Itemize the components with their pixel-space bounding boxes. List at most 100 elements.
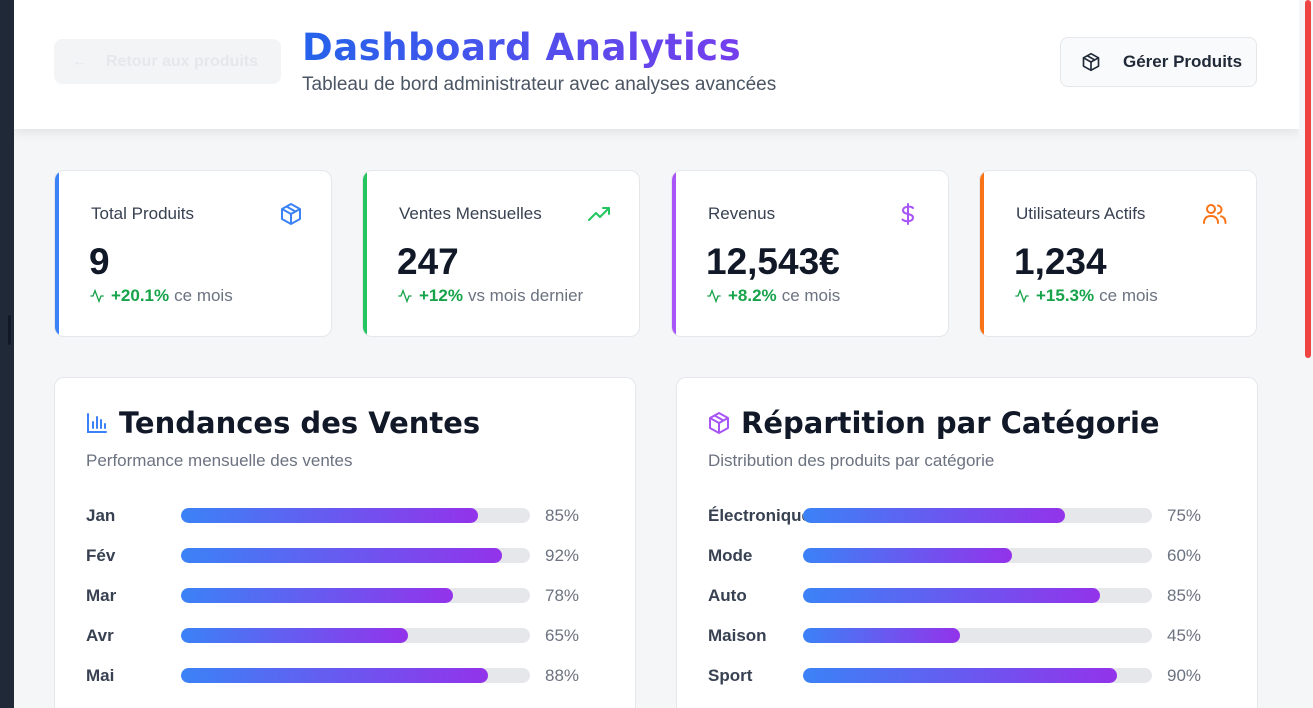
bar-value: 75%: [1167, 506, 1202, 525]
stat-value: 1,234: [1014, 241, 1107, 282]
bar-value: 85%: [545, 506, 580, 525]
stat-delta: +20.1% ce mois: [89, 286, 233, 306]
back-to-products-button[interactable]: ← Retour aux produits: [54, 39, 281, 84]
bar-label: Maison: [708, 626, 767, 645]
progress-fill: [803, 588, 1100, 603]
bar-row: Jan 85%: [86, 503, 606, 527]
sales-title: Tendances des Ventes: [119, 406, 481, 440]
header: ← Retour aux produits Dashboard Analytic…: [14, 0, 1299, 129]
stat-value: 247: [397, 241, 459, 282]
bar-row: Électronique 75%: [708, 503, 1228, 527]
bar-label: Avr: [86, 626, 114, 645]
stat-label: Revenus: [708, 204, 776, 223]
activity-icon: [90, 288, 104, 304]
panel-subtitle: Performance mensuelle des ventes: [86, 451, 353, 470]
title-block: Dashboard Analytics Tableau de bord admi…: [302, 26, 776, 96]
bar-value: 60%: [1167, 546, 1202, 565]
progress-track: [181, 668, 530, 683]
delta-suffix: ce mois: [1099, 286, 1158, 305]
bar-value: 45%: [1167, 626, 1202, 645]
delta-percent: +12%: [419, 286, 463, 305]
back-button-label: Retour aux produits: [106, 52, 259, 70]
package-icon: [279, 202, 303, 231]
progress-track: [181, 508, 530, 523]
card-accent: [672, 171, 676, 336]
progress-fill: [181, 548, 503, 563]
package-icon: [1082, 52, 1100, 72]
stat-label: Utilisateurs Actifs: [1016, 204, 1146, 223]
progress-track: [803, 628, 1152, 643]
stat-delta: +15.3% ce mois: [1014, 286, 1158, 306]
arrow-left-icon: ←: [72, 52, 88, 70]
bar-row: Mai 88%: [86, 663, 606, 687]
progress-fill: [181, 668, 489, 683]
progress-fill: [803, 668, 1118, 683]
stat-value: 12,543€: [706, 241, 840, 282]
delta-suffix: ce mois: [174, 286, 233, 305]
card-accent: [363, 171, 367, 336]
progress-fill: [181, 508, 478, 523]
panel-subtitle: Distribution des produits par catégorie: [708, 451, 995, 470]
progress-fill: [181, 588, 454, 603]
bar-row: Mode 60%: [708, 543, 1228, 567]
stat-label: Ventes Mensuelles: [399, 204, 542, 223]
delta-percent: +20.1%: [111, 286, 170, 305]
progress-fill: [181, 628, 408, 643]
category-title: Répartition par Catégorie: [741, 406, 1160, 440]
bar-row: Maison 45%: [708, 623, 1228, 647]
page-subtitle: Tableau de bord administrateur avec anal…: [302, 74, 777, 95]
resize-grip[interactable]: [8, 315, 11, 345]
bar-label: Mar: [86, 586, 117, 605]
stat-card-active-users: Utilisateurs Actifs 1,234 +15.3% ce mois: [979, 170, 1257, 337]
stat-label: Total Produits: [91, 204, 194, 223]
progress-track: [803, 508, 1152, 523]
bar-value: 92%: [545, 546, 580, 565]
panel-title: Répartition par Catégorie: [707, 406, 1160, 440]
manage-button-label: Gérer Produits: [1123, 52, 1243, 71]
activity-icon: [707, 288, 721, 304]
window-left-edge: [0, 0, 14, 708]
stat-delta: +8.2% ce mois: [706, 286, 840, 306]
bar-label: Sport: [708, 666, 753, 685]
bar-row: Sport 90%: [708, 663, 1228, 687]
progress-track: [803, 548, 1152, 563]
page-title: Dashboard Analytics: [302, 26, 776, 70]
bar-row: Auto 85%: [708, 583, 1228, 607]
scrollbar-thumb[interactable]: [1305, 0, 1311, 358]
bar-value: 65%: [545, 626, 580, 645]
card-accent: [55, 171, 59, 336]
bar-label: Mai: [86, 666, 115, 685]
bar-value: 85%: [1167, 586, 1202, 605]
bar-label: Auto: [708, 586, 747, 605]
bar-value: 88%: [545, 666, 580, 685]
progress-track: [181, 548, 530, 563]
package-icon: [709, 412, 729, 434]
progress-fill: [803, 508, 1065, 523]
progress-track: [803, 588, 1152, 603]
progress-track: [181, 588, 530, 603]
bar-row: Avr 65%: [86, 623, 606, 647]
bar-value: 90%: [1167, 666, 1202, 685]
stat-delta: +12% vs mois dernier: [397, 286, 583, 306]
dollar-icon: [896, 202, 920, 231]
bar-label: Jan: [86, 506, 116, 525]
progress-track: [803, 668, 1152, 683]
app: ← Retour aux produits Dashboard Analytic…: [14, 0, 1299, 708]
sales-trends-panel: Tendances des Ventes Performance mensuel…: [54, 377, 636, 708]
delta-percent: +8.2%: [728, 286, 777, 305]
bar-value: 78%: [545, 586, 580, 605]
stat-card-total-products: Total Produits 9 +20.1% ce mois: [54, 170, 332, 337]
delta-percent: +15.3%: [1036, 286, 1095, 305]
page-scrollbar[interactable]: [1303, 0, 1313, 708]
stat-card-monthly-sales: Ventes Mensuelles 247 +12% vs mois derni…: [362, 170, 640, 337]
bar-label: Mode: [708, 546, 753, 565]
bar-label: Fév: [86, 546, 116, 565]
delta-suffix: vs mois dernier: [467, 286, 584, 305]
category-panel: Répartition par Catégorie Distribution d…: [676, 377, 1258, 708]
manage-products-button[interactable]: Gérer Produits: [1060, 37, 1257, 87]
bar-chart-icon: [87, 413, 107, 433]
progress-fill: [803, 548, 1013, 563]
stat-card-revenue: Revenus 12,543€ +8.2% ce mois: [671, 170, 949, 337]
trending-up-icon: [587, 202, 611, 231]
progress-fill: [803, 628, 961, 643]
